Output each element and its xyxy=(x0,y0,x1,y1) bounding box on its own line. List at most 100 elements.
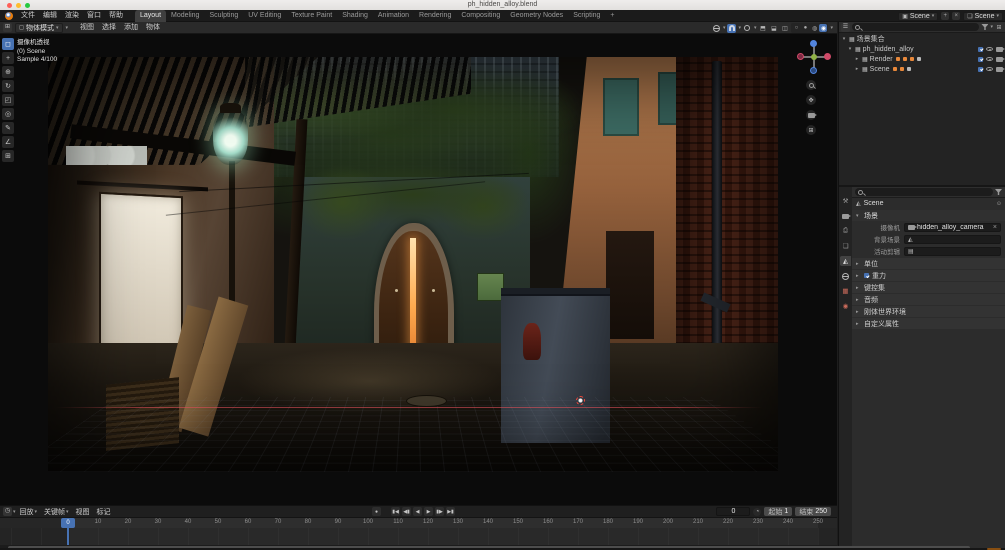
tab-physics-icon[interactable]: ◉ xyxy=(840,301,851,311)
expand-icon[interactable]: ▾ xyxy=(847,46,853,52)
hide-eye-icon[interactable] xyxy=(986,47,993,51)
jump-end-button[interactable]: ▶▮ xyxy=(446,507,455,516)
menu-help[interactable]: 帮助 xyxy=(105,10,127,22)
auto-key-record-button[interactable]: ● xyxy=(372,507,381,516)
menu-view[interactable]: 视图 xyxy=(76,22,98,34)
expand-icon[interactable]: ▸ xyxy=(854,56,860,62)
tool-measure[interactable]: ∠ xyxy=(2,136,14,148)
tab-world-icon[interactable] xyxy=(840,271,851,281)
pan-hand-icon[interactable]: ✥ xyxy=(806,95,816,105)
tool-scale[interactable]: ◰ xyxy=(2,94,14,106)
menu-window[interactable]: 窗口 xyxy=(83,10,105,22)
mode-dropdown[interactable]: ◻ 物体模式 ▾ xyxy=(15,23,63,33)
zoom-icon[interactable] xyxy=(806,80,816,90)
play-reverse-button[interactable]: ◀ xyxy=(413,507,422,516)
disable-render-icon[interactable] xyxy=(996,47,1003,52)
outliner-row-scene[interactable]: ▸ ▦ Scene xyxy=(839,64,1005,74)
gizmo-axis-z[interactable] xyxy=(810,40,817,47)
tab-scene-icon[interactable]: ◭ xyxy=(840,256,851,266)
tab-tool-icon[interactable]: ⚒ xyxy=(840,196,851,206)
camera-view-icon[interactable] xyxy=(806,110,816,120)
tab-geometry-nodes[interactable]: Geometry Nodes xyxy=(505,10,568,22)
menu-view[interactable]: 视图 xyxy=(73,507,93,517)
editor-type-button[interactable]: ⊞ xyxy=(3,23,12,32)
timeline-channels[interactable] xyxy=(0,528,837,545)
outliner-row-ph-hidden-alloy[interactable]: ▾ ▦ ph_hidden_alloy xyxy=(839,44,1005,54)
panel-keying-sets[interactable]: ▸ 键控集 xyxy=(852,282,1005,293)
panel-gravity[interactable]: ▸ 重力 xyxy=(852,270,1005,281)
shading-wireframe-button[interactable]: ○ xyxy=(792,24,800,32)
active-clip-field[interactable]: ▤ xyxy=(904,247,1001,256)
current-frame-field[interactable]: 0 xyxy=(716,507,750,516)
exclude-checkbox[interactable] xyxy=(978,57,983,62)
filter-icon[interactable] xyxy=(995,189,1002,195)
playhead[interactable]: 0 xyxy=(61,518,75,528)
proportional-editing-toggle[interactable] xyxy=(743,24,752,33)
tab-shading[interactable]: Shading xyxy=(337,10,373,22)
hide-eye-icon[interactable] xyxy=(986,67,993,71)
tool-transform[interactable]: ◎ xyxy=(2,108,14,120)
scene-selector[interactable]: ▣ Scene ▾ xyxy=(898,12,938,21)
outliner-row-scene-collection[interactable]: ▾ ▦ 场景集合 xyxy=(839,34,1005,44)
timeline-editor-type-button[interactable]: ◷ xyxy=(3,507,12,516)
gizmo-axis-z-neg[interactable] xyxy=(810,67,817,74)
transform-orientation-icon[interactable] xyxy=(712,24,721,33)
show-overlays-toggle[interactable]: ⬓ xyxy=(769,24,778,33)
camera-field[interactable]: hidden_alloy_camera × xyxy=(904,223,1001,232)
frame-end-field[interactable]: 结束 250 xyxy=(795,507,831,516)
disable-render-icon[interactable] xyxy=(996,57,1003,62)
shading-rendered-button[interactable]: ◉ xyxy=(819,24,827,32)
mode-extra-caret[interactable]: ▾ xyxy=(66,25,69,31)
expand-icon[interactable]: ▾ xyxy=(841,36,847,42)
menu-file[interactable]: 文件 xyxy=(17,10,39,22)
tab-view-layer-icon[interactable]: ❏ xyxy=(840,241,851,251)
hide-eye-icon[interactable] xyxy=(986,57,993,61)
unlink-scene-button[interactable]: × xyxy=(952,12,960,20)
menu-render[interactable]: 渲染 xyxy=(61,10,83,22)
blender-logo-icon[interactable] xyxy=(5,12,13,20)
outliner-row-render[interactable]: ▸ ▦ Render xyxy=(839,54,1005,64)
tab-uv-editing[interactable]: UV Editing xyxy=(243,10,286,22)
panel-custom-properties[interactable]: ▸ 自定义属性 xyxy=(852,318,1005,329)
add-workspace-button[interactable]: + xyxy=(605,10,619,22)
tab-modeling[interactable]: Modeling xyxy=(166,10,204,22)
menu-marker[interactable]: 标记 xyxy=(94,507,114,517)
new-collection-button[interactable]: ⊞ xyxy=(995,23,1003,31)
tab-scripting[interactable]: Scripting xyxy=(568,10,605,22)
gizmo-axis-x-neg[interactable] xyxy=(797,53,804,60)
next-keyframe-button[interactable]: ▮▶ xyxy=(435,507,444,516)
tab-output-icon[interactable]: ⎙ xyxy=(840,226,851,236)
exclude-checkbox[interactable] xyxy=(978,47,983,52)
panel-units[interactable]: ▸ 单位 xyxy=(852,258,1005,269)
pin-icon[interactable]: ⊙ xyxy=(997,201,1001,207)
shading-material-button[interactable]: ◍ xyxy=(810,24,818,32)
play-button[interactable]: ▶ xyxy=(424,507,433,516)
properties-search-input[interactable] xyxy=(855,188,993,196)
filter-icon[interactable] xyxy=(981,24,988,30)
gravity-checkbox[interactable] xyxy=(864,273,869,278)
menu-keying[interactable]: 关键帧▾ xyxy=(41,507,72,517)
tab-rendering[interactable]: Rendering xyxy=(414,10,456,22)
gizmo-axis-y[interactable] xyxy=(811,54,817,60)
navigation-gizmo[interactable] xyxy=(797,40,831,74)
menu-select[interactable]: 选择 xyxy=(98,22,120,34)
gizmo-axis-x[interactable] xyxy=(824,53,831,60)
viewport-3d[interactable]: 摄像机透视 (0) Scene Sample 4/100 ◻ + ⊕ ↻ ◰ ◎… xyxy=(0,34,837,505)
tool-cursor[interactable]: + xyxy=(2,52,14,64)
xray-toggle[interactable]: ◫ xyxy=(780,24,789,33)
tool-annotate[interactable]: ✎ xyxy=(2,122,14,134)
clear-icon[interactable]: × xyxy=(993,224,997,231)
frame-start-field[interactable]: 起始 1 xyxy=(764,507,792,516)
shading-solid-button[interactable]: ● xyxy=(801,24,809,32)
outliner-search-input[interactable] xyxy=(852,23,979,31)
tab-animation[interactable]: Animation xyxy=(373,10,414,22)
show-gizmo-toggle[interactable]: ⬒ xyxy=(758,24,767,33)
menu-add[interactable]: 添加 xyxy=(120,22,142,34)
tab-layout[interactable]: Layout xyxy=(135,10,166,22)
new-scene-button[interactable]: + xyxy=(941,12,949,20)
outliner-editor-type-button[interactable]: ☰ xyxy=(841,23,850,32)
perspective-toggle-icon[interactable]: ⊞ xyxy=(806,125,816,135)
menu-object[interactable]: 物体 xyxy=(142,22,164,34)
tab-render-icon[interactable] xyxy=(840,211,851,221)
panel-rigid-body-world[interactable]: ▸ 刚体世界环境 xyxy=(852,306,1005,317)
